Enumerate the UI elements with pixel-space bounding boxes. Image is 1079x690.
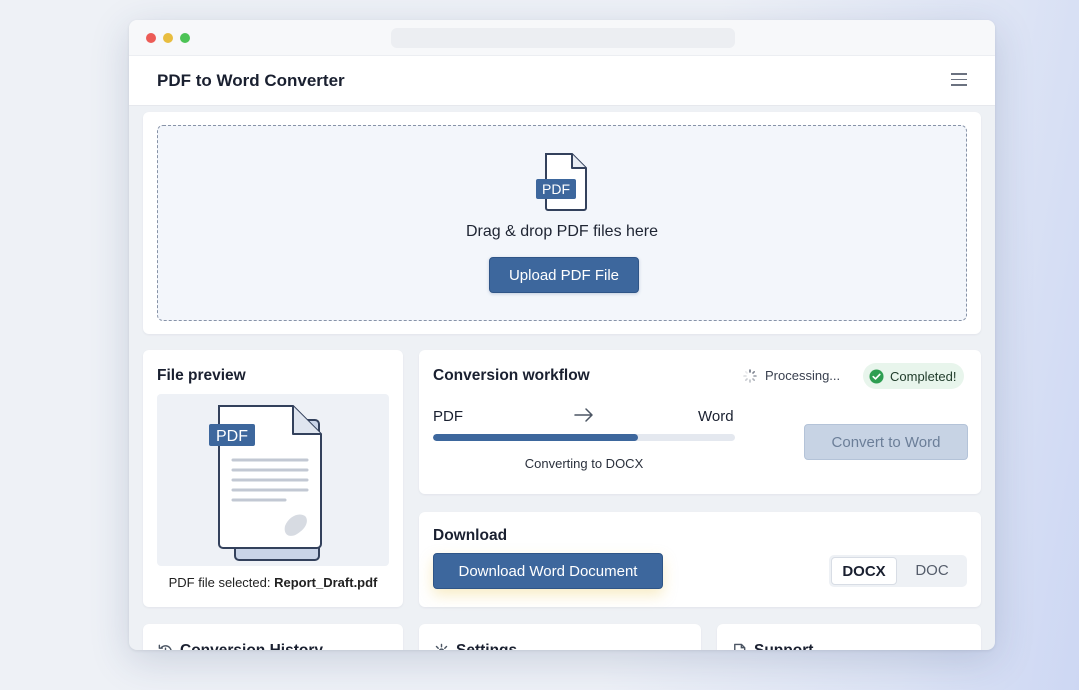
format-toggle: DOCX DOC (829, 555, 967, 587)
processing-status: Processing... (743, 368, 840, 383)
close-window-button[interactable] (146, 33, 156, 43)
app-window: PDF to Word Converter PDF Drag & drop PD… (129, 20, 995, 650)
preview-pdf-label: PDF (216, 428, 248, 445)
conversion-progress-bar (433, 434, 735, 441)
hamburger-menu-icon[interactable] (951, 73, 967, 87)
conversion-workflow-title: Conversion workflow (433, 367, 590, 384)
conversion-history-card[interactable]: Conversion History (143, 624, 403, 650)
upload-pdf-button[interactable]: Upload PDF File (489, 257, 639, 293)
conversion-workflow-card: Conversion workflow Processing... Comple… (419, 350, 981, 494)
app-title: PDF to Word Converter (157, 71, 345, 90)
processing-text: Processing... (765, 368, 841, 383)
completed-badge: Completed! (863, 363, 965, 389)
flow-to-label: Word (698, 408, 734, 425)
app-header: PDF to Word Converter (129, 56, 995, 106)
format-option-doc[interactable]: DOC (899, 557, 965, 585)
download-word-document-button[interactable]: Download Word Document (433, 553, 663, 589)
pdf-document-preview-icon: PDF (209, 405, 322, 561)
completed-text: Completed! (890, 368, 957, 384)
settings-label: Settings (456, 642, 517, 650)
support-card[interactable]: Support (717, 624, 981, 650)
file-selected-prefix: PDF file selected: (168, 575, 271, 590)
format-option-docx[interactable]: DOCX (831, 557, 897, 585)
support-label: Support (754, 642, 813, 650)
support-doc-icon (734, 643, 746, 650)
check-circle-icon (869, 368, 884, 384)
progress-status-text: Converting to DOCX (524, 456, 644, 471)
pdf-icon-label: PDF (542, 181, 570, 197)
file-selected-caption: PDF file selected: Report_Draft.pdf (143, 575, 403, 590)
selected-file-name: Report_Draft.pdf (274, 575, 378, 590)
arrow-right-icon (574, 408, 593, 422)
minimize-window-button[interactable] (163, 33, 173, 43)
pdf-dropzone[interactable]: PDF Drag & drop PDF files here Upload PD… (157, 125, 967, 321)
conversion-history-heading: Conversion History (157, 642, 323, 650)
progress-fill (433, 434, 639, 441)
support-heading: Support (731, 642, 813, 650)
upload-card: PDF Drag & drop PDF files here Upload PD… (143, 112, 981, 334)
spinner-icon (743, 368, 757, 383)
file-preview-card: File preview PDF PDF file selected: Repo… (143, 350, 403, 607)
pdf-file-icon: PDF (536, 153, 587, 211)
file-preview-title: File preview (157, 367, 246, 384)
flow-from-label: PDF (433, 408, 463, 425)
settings-card[interactable]: Settings (419, 624, 701, 650)
file-preview-area: PDF (157, 394, 389, 566)
download-title: Download (433, 527, 508, 544)
gear-icon (435, 643, 448, 650)
window-titlebar (129, 20, 995, 56)
maximize-window-button[interactable] (180, 33, 190, 43)
address-bar[interactable] (391, 28, 735, 48)
settings-heading: Settings (433, 642, 517, 650)
drag-drop-text: Drag & drop PDF files here (465, 223, 659, 240)
conversion-history-label: Conversion History (180, 642, 323, 650)
history-icon (158, 644, 172, 650)
convert-to-word-button[interactable]: Convert to Word (804, 424, 968, 460)
download-card: Download Download Word Document DOCX DOC (419, 512, 981, 607)
